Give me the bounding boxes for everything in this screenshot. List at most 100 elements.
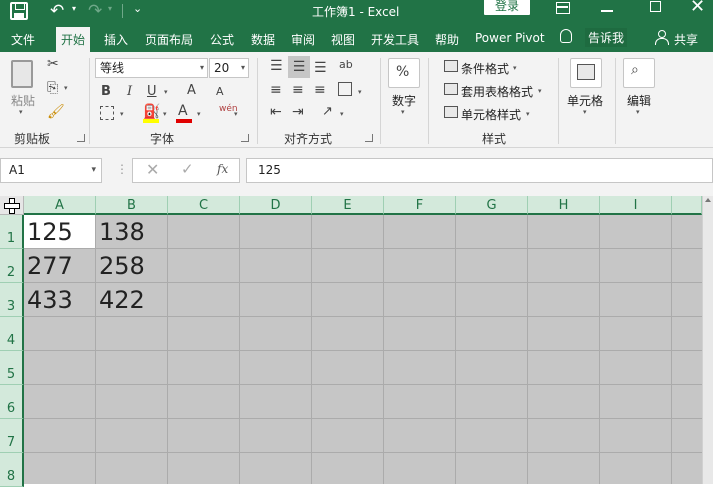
number-label[interactable]: 数字 bbox=[392, 92, 416, 109]
underline-button[interactable]: U bbox=[147, 84, 157, 99]
conditional-format-icon[interactable] bbox=[444, 60, 458, 72]
cancel-icon[interactable]: ✕ bbox=[146, 160, 159, 179]
phonetic-dropdown-icon[interactable]: ▾ bbox=[234, 110, 238, 118]
column-header-c[interactable]: C bbox=[168, 196, 240, 215]
orientation-icon[interactable]: ↗ bbox=[322, 104, 333, 119]
cell-a2[interactable]: 277 bbox=[24, 249, 96, 283]
row-header-6[interactable]: 6 bbox=[0, 385, 24, 419]
border-dropdown-icon[interactable]: ▾ bbox=[120, 110, 124, 118]
cells-dropdown-icon[interactable]: ▾ bbox=[583, 108, 587, 116]
tab-developer[interactable]: 开发工具 bbox=[371, 31, 419, 48]
font-size-select[interactable]: 20 ▾ bbox=[209, 58, 249, 78]
editing-dropdown-icon[interactable]: ▾ bbox=[636, 108, 640, 116]
lightbulb-icon[interactable] bbox=[560, 29, 572, 43]
minimize-button[interactable] bbox=[601, 10, 613, 12]
tab-help[interactable]: 帮助 bbox=[435, 31, 459, 48]
column-header-a[interactable]: A bbox=[24, 196, 96, 215]
cell-style-button[interactable]: 单元格样式 bbox=[461, 106, 521, 123]
align-middle-icon[interactable]: ☰ bbox=[288, 56, 310, 78]
clipboard-launcher-icon[interactable] bbox=[77, 134, 85, 142]
row-header-1[interactable]: 1 bbox=[0, 215, 24, 249]
close-button[interactable]: ✕ bbox=[690, 0, 705, 17]
name-box[interactable]: A1 ▾ bbox=[0, 158, 102, 183]
row-header-2[interactable]: 2 bbox=[0, 249, 24, 283]
font-color-button[interactable]: A bbox=[178, 103, 188, 119]
redo-dropdown-icon[interactable]: ▾ bbox=[108, 4, 112, 13]
undo-icon[interactable]: ↶ bbox=[50, 1, 64, 21]
column-header-b[interactable]: B bbox=[96, 196, 168, 215]
redo-icon[interactable]: ↷ bbox=[88, 1, 102, 21]
login-button[interactable]: 登录 bbox=[484, 0, 530, 15]
tab-view[interactable]: 视图 bbox=[331, 31, 355, 48]
share-person-icon[interactable] bbox=[655, 30, 669, 45]
grow-font-button[interactable]: A bbox=[187, 83, 196, 98]
copy-dropdown-icon[interactable]: ▾ bbox=[64, 84, 68, 92]
row-header-4[interactable]: 4 bbox=[0, 317, 24, 351]
tab-file[interactable]: 文件 bbox=[11, 31, 35, 48]
cell-style-icon[interactable] bbox=[444, 106, 458, 118]
table-format-button[interactable]: 套用表格格式 bbox=[461, 83, 533, 100]
column-header-f[interactable]: F bbox=[384, 196, 456, 215]
tell-me-search[interactable]: 告诉我 bbox=[585, 28, 628, 47]
align-bottom-icon[interactable]: ☰ bbox=[314, 60, 327, 76]
vertical-scrollbar[interactable] bbox=[702, 196, 713, 484]
align-left-icon[interactable]: ≡ bbox=[270, 82, 282, 98]
conditional-format-dropdown-icon[interactable]: ▾ bbox=[513, 64, 517, 72]
maximize-button[interactable] bbox=[650, 1, 661, 12]
cell-a1[interactable]: 125 bbox=[24, 215, 96, 249]
scroll-up-icon[interactable] bbox=[705, 198, 711, 202]
row-header-8[interactable]: 8 bbox=[0, 453, 24, 487]
fill-color-dropdown-icon[interactable]: ▾ bbox=[163, 110, 167, 118]
fill-color-icon[interactable]: ⛽ bbox=[143, 104, 160, 120]
align-top-icon[interactable]: ☰ bbox=[270, 58, 283, 74]
cell-b1[interactable]: 138 bbox=[96, 215, 168, 249]
table-format-icon[interactable] bbox=[444, 83, 458, 95]
customize-qat-icon[interactable]: ⌄ bbox=[133, 2, 142, 15]
cells-label[interactable]: 单元格 bbox=[567, 92, 603, 109]
border-icon[interactable] bbox=[100, 106, 114, 120]
underline-dropdown-icon[interactable]: ▾ bbox=[164, 88, 168, 96]
font-color-dropdown-icon[interactable]: ▾ bbox=[197, 110, 201, 118]
orientation-dropdown-icon[interactable]: ▾ bbox=[340, 110, 344, 118]
column-header-g[interactable]: G bbox=[456, 196, 528, 215]
undo-dropdown-icon[interactable]: ▾ bbox=[72, 4, 76, 13]
column-header-partial[interactable] bbox=[672, 196, 702, 215]
row-header-3[interactable]: 3 bbox=[0, 283, 24, 317]
align-right-icon[interactable]: ≡ bbox=[314, 82, 326, 98]
ribbon-display-options-icon[interactable] bbox=[556, 2, 570, 14]
share-button[interactable]: 共享 bbox=[674, 31, 698, 48]
editing-label[interactable]: 编辑 bbox=[627, 92, 651, 109]
number-dropdown-icon[interactable]: ▾ bbox=[401, 108, 405, 116]
select-all-button[interactable] bbox=[0, 196, 24, 215]
paste-label[interactable]: 粘贴 bbox=[11, 92, 35, 109]
row-header-7[interactable]: 7 bbox=[0, 419, 24, 453]
editing-button[interactable] bbox=[623, 58, 655, 88]
copy-icon[interactable]: ⎘ bbox=[47, 80, 58, 96]
paste-dropdown-icon[interactable]: ▾ bbox=[19, 108, 23, 116]
align-center-icon[interactable]: ≡ bbox=[292, 82, 304, 98]
tab-insert[interactable]: 插入 bbox=[104, 31, 128, 48]
tab-page-layout[interactable]: 页面布局 bbox=[145, 31, 193, 48]
font-name-select[interactable]: 等线 ▾ bbox=[95, 58, 208, 78]
merge-dropdown-icon[interactable]: ▾ bbox=[358, 88, 362, 96]
cell-style-dropdown-icon[interactable]: ▾ bbox=[526, 110, 530, 118]
tab-formulas[interactable]: 公式 bbox=[210, 31, 234, 48]
save-icon[interactable] bbox=[10, 2, 28, 20]
cell-b3[interactable]: 422 bbox=[96, 283, 168, 317]
drag-handle-icon[interactable]: ⋮ bbox=[116, 162, 128, 176]
insert-function-button[interactable]: fx bbox=[217, 162, 228, 176]
merge-center-icon[interactable] bbox=[338, 82, 352, 96]
increase-indent-icon[interactable]: ⇥ bbox=[292, 104, 304, 120]
orientation-button[interactable]: ab bbox=[339, 58, 353, 71]
format-painter-icon[interactable]: 🖌 bbox=[47, 104, 65, 120]
tab-review[interactable]: 审阅 bbox=[291, 31, 315, 48]
tab-data[interactable]: 数据 bbox=[251, 31, 275, 48]
cell-a3[interactable]: 433 bbox=[24, 283, 96, 317]
cell-b2[interactable]: 258 bbox=[96, 249, 168, 283]
tab-power-pivot[interactable]: Power Pivot bbox=[475, 31, 545, 45]
row-header-5[interactable]: 5 bbox=[0, 351, 24, 385]
formula-input[interactable]: 125 bbox=[246, 158, 713, 183]
cut-icon[interactable]: ✂ bbox=[47, 56, 59, 72]
italic-button[interactable]: I bbox=[127, 84, 132, 99]
font-launcher-icon[interactable] bbox=[241, 134, 249, 142]
